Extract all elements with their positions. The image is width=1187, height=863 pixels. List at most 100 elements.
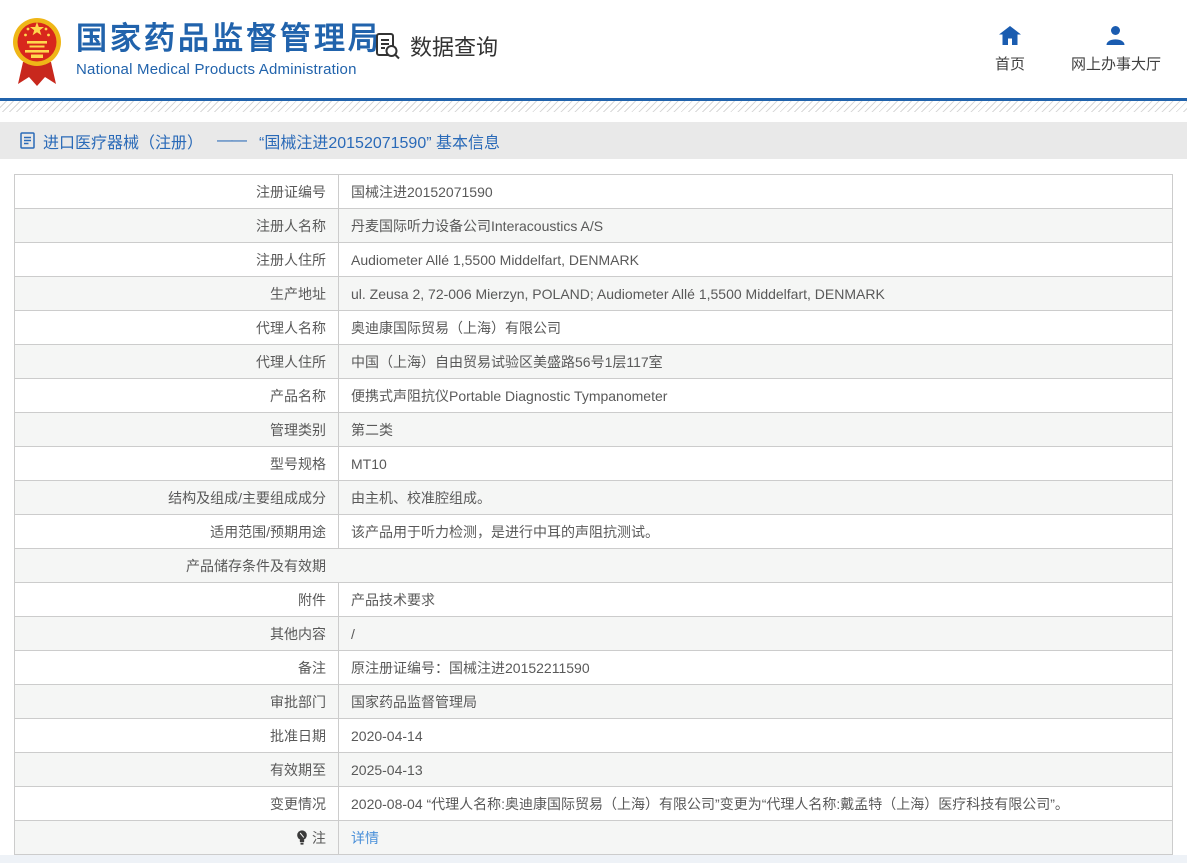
registration-info-table: 注册证编号 国械注进20152071590 注册人名称 丹麦国际听力设备公司Inter… bbox=[14, 174, 1173, 855]
row-value: 便携式声阻抗仪Portable Diagnostic Tympanometer bbox=[338, 379, 1172, 412]
table-row: 批准日期 2020-04-14 bbox=[15, 719, 1172, 753]
row-label-text: 型号规格 bbox=[270, 454, 326, 474]
row-value: 奥迪康国际贸易（上海）有限公司 bbox=[338, 311, 1172, 344]
table-row: 注册人名称 丹麦国际听力设备公司Interacoustics A/S bbox=[15, 209, 1172, 243]
row-label-text: 产品储存条件及有效期 bbox=[186, 556, 326, 576]
row-value: 产品技术要求 bbox=[338, 583, 1172, 616]
table-row: 注 详情 bbox=[15, 821, 1172, 855]
details-link[interactable]: 详情 bbox=[351, 828, 379, 848]
home-icon bbox=[999, 26, 1021, 45]
document-icon bbox=[20, 132, 35, 149]
data-query-label: 数据查询 bbox=[410, 30, 498, 62]
site-header: 国家药品监督管理局 National Medical Products Admi… bbox=[0, 0, 1187, 98]
row-value-text: MT10 bbox=[351, 456, 387, 472]
row-value-text: 丹麦国际听力设备公司Interacoustics A/S bbox=[351, 216, 603, 236]
row-label-text: 产品名称 bbox=[270, 386, 326, 406]
table-row: 变更情况 2020-08-04 “代理人名称:奥迪康国际贸易（上海）有限公司”变更… bbox=[15, 787, 1172, 821]
table-row: 注册人住所 Audiometer Allé 1,5500 Middelfart, … bbox=[15, 243, 1172, 277]
row-label: 注册人住所 bbox=[15, 243, 338, 276]
table-row: 产品名称 便携式声阻抗仪Portable Diagnostic Tympanome… bbox=[15, 379, 1172, 413]
row-value-text: / bbox=[351, 626, 355, 642]
row-label: 审批部门 bbox=[15, 685, 338, 718]
row-value-text: 2020-08-04 “代理人名称:奥迪康国际贸易（上海）有限公司”变更为“代理… bbox=[351, 794, 1069, 814]
row-label: 管理类别 bbox=[15, 413, 338, 446]
row-label-text: 生产地址 bbox=[270, 284, 326, 304]
nav-service-hall[interactable]: 网上办事大厅 bbox=[1071, 26, 1161, 74]
row-label: 注 bbox=[15, 821, 338, 854]
page: 国家药品监督管理局 National Medical Products Admi… bbox=[0, 0, 1187, 863]
breadcrumb-title: “国械注进20152071590” 基本信息 bbox=[259, 129, 500, 153]
row-value-text: 2020-04-14 bbox=[351, 728, 423, 744]
row-label-text: 代理人住所 bbox=[256, 352, 326, 372]
row-value: 由主机、校准腔组成。 bbox=[338, 481, 1172, 514]
row-label-text: 注册人住所 bbox=[256, 250, 326, 270]
row-label: 生产地址 bbox=[15, 277, 338, 310]
row-value: ul. Zeusa 2, 72-006 Mierzyn, POLAND; Aud… bbox=[338, 277, 1172, 310]
top-nav: 首页 网上办事大厅 bbox=[995, 26, 1161, 74]
user-icon bbox=[1105, 26, 1126, 45]
row-value: MT10 bbox=[338, 447, 1172, 480]
row-value: / bbox=[338, 617, 1172, 650]
row-label: 适用范围/预期用途 bbox=[15, 515, 338, 548]
row-label: 型号规格 bbox=[15, 447, 338, 480]
row-label-text: 注 bbox=[312, 828, 326, 848]
nav-service-hall-label: 网上办事大厅 bbox=[1071, 53, 1161, 74]
breadcrumb-category[interactable]: 进口医疗器械（注册） bbox=[43, 129, 203, 153]
row-label-text: 附件 bbox=[298, 590, 326, 610]
row-value: 2025-04-13 bbox=[338, 753, 1172, 786]
row-value: 丹麦国际听力设备公司Interacoustics A/S bbox=[338, 209, 1172, 242]
breadcrumb: 进口医疗器械（注册） —— “国械注进20152071590” 基本信息 bbox=[0, 122, 1187, 159]
data-query-icon bbox=[374, 32, 401, 60]
table-row: 注册证编号 国械注进20152071590 bbox=[15, 175, 1172, 209]
row-label: 结构及组成/主要组成成分 bbox=[15, 481, 338, 514]
row-value: Audiometer Allé 1,5500 Middelfart, DENMA… bbox=[338, 243, 1172, 276]
row-value-text: 国家药品监督管理局 bbox=[351, 692, 477, 712]
row-label: 注册证编号 bbox=[15, 175, 338, 208]
row-label: 其他内容 bbox=[15, 617, 338, 650]
row-value: 国械注进20152071590 bbox=[338, 175, 1172, 208]
row-value: 2020-08-04 “代理人名称:奥迪康国际贸易（上海）有限公司”变更为“代理… bbox=[338, 787, 1172, 820]
logo-block: 国家药品监督管理局 National Medical Products Admi… bbox=[12, 12, 382, 88]
row-value: 第二类 bbox=[338, 413, 1172, 446]
row-value-text: 便携式声阻抗仪Portable Diagnostic Tympanometer bbox=[351, 386, 667, 406]
table-row: 其他内容 / bbox=[15, 617, 1172, 651]
row-value-text: 原注册证编号：国械注进20152211590 bbox=[351, 658, 590, 678]
row-label-text: 批准日期 bbox=[270, 726, 326, 746]
table-row: 代理人住所 中国（上海）自由贸易试验区美盛路56号1层117室 bbox=[15, 345, 1172, 379]
row-value-text: 由主机、校准腔组成。 bbox=[351, 488, 491, 508]
table-row: 代理人名称奥迪康国际贸易（上海）有限公司 bbox=[15, 311, 1172, 345]
row-label: 注册人名称 bbox=[15, 209, 338, 242]
nav-home[interactable]: 首页 bbox=[995, 26, 1025, 74]
table-row: 型号规格 MT10 bbox=[15, 447, 1172, 481]
row-label: 有效期至 bbox=[15, 753, 338, 786]
row-value: 详情 bbox=[338, 821, 1172, 854]
site-subtitle: National Medical Products Administration bbox=[76, 61, 382, 78]
table-row: 产品储存条件及有效期 bbox=[15, 549, 1172, 583]
row-value: 中国（上海）自由贸易试验区美盛路56号1层117室 bbox=[338, 345, 1172, 378]
site-titles: 国家药品监督管理局 National Medical Products Admi… bbox=[76, 12, 382, 78]
row-value-text: 中国（上海）自由贸易试验区美盛路56号1层117室 bbox=[351, 352, 663, 372]
table-row: 审批部门国家药品监督管理局 bbox=[15, 685, 1172, 719]
main-content: 注册证编号 国械注进20152071590 注册人名称 丹麦国际听力设备公司Inter… bbox=[0, 174, 1187, 855]
row-value-text: 第二类 bbox=[351, 420, 393, 440]
data-query-nav[interactable]: 数据查询 bbox=[374, 30, 498, 62]
row-value-text: 2025-04-13 bbox=[351, 762, 423, 778]
row-label-text: 注册人名称 bbox=[256, 216, 326, 236]
hatch-band bbox=[0, 101, 1187, 112]
table-row: 适用范围/预期用途该产品用于听力检测，是进行中耳的声阻抗测试。 bbox=[15, 515, 1172, 549]
row-label-text: 有效期至 bbox=[270, 760, 326, 780]
row-label-text: 备注 bbox=[298, 658, 326, 678]
row-label: 产品名称 bbox=[15, 379, 338, 412]
row-value-text: 奥迪康国际贸易（上海）有限公司 bbox=[351, 318, 561, 338]
row-value bbox=[338, 549, 1172, 582]
row-value: 国家药品监督管理局 bbox=[338, 685, 1172, 718]
row-label-text: 注册证编号 bbox=[256, 182, 326, 202]
row-label-text: 变更情况 bbox=[270, 794, 326, 814]
row-value-text: 国械注进20152071590 bbox=[351, 182, 493, 202]
row-label: 备注 bbox=[15, 651, 338, 684]
row-label: 批准日期 bbox=[15, 719, 338, 752]
row-label-text: 结构及组成/主要组成成分 bbox=[168, 488, 326, 508]
table-row: 备注 原注册证编号：国械注进20152211590 bbox=[15, 651, 1172, 685]
row-value-text: 该产品用于听力检测，是进行中耳的声阻抗测试。 bbox=[351, 522, 659, 542]
row-value: 2020-04-14 bbox=[338, 719, 1172, 752]
